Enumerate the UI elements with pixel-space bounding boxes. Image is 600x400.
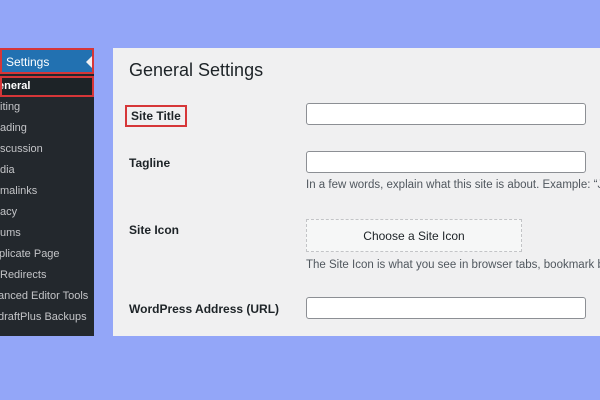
choose-site-icon-button[interactable]: Choose a Site Icon (306, 219, 522, 252)
submenu-item-label: acy (0, 206, 18, 218)
submenu-item-reading[interactable]: ading (0, 118, 94, 139)
admin-sidebar: Settings eneral iting ading scussion dia… (0, 48, 94, 336)
submenu-item-advanced-editor-tools[interactable]: anced Editor Tools (0, 286, 94, 307)
submenu-item-label: eneral (0, 80, 31, 92)
page-title: General Settings (129, 60, 264, 80)
tagline-label: Tagline (129, 156, 171, 170)
settings-panel: General Settings Site Title Tagline In a… (113, 48, 600, 336)
submenu-item-label: ading (0, 122, 27, 134)
submenu-item-label: iting (0, 101, 21, 113)
submenu-item-label: scussion (0, 143, 43, 155)
sidebar-item-settings-label: Settings (6, 55, 50, 69)
site-title-label: Site Title (125, 105, 187, 127)
current-menu-arrow-icon (86, 56, 92, 68)
submenu-item-label: ums (0, 227, 21, 239)
site-icon-label: Site Icon (129, 223, 180, 237)
site-icon-description: The Site Icon is what you see in browser… (306, 259, 600, 271)
submenu-item-duplicate-page[interactable]: plicate Page (0, 244, 94, 265)
submenu-item-media[interactable]: dia (0, 160, 94, 181)
submenu-item-label: dia (0, 164, 15, 176)
submenu-item-label: Redirects (0, 269, 47, 281)
submenu-item-label: draftPlus Backups (0, 311, 87, 323)
site-title-input[interactable] (306, 103, 586, 125)
submenu-item-permalinks[interactable]: malinks (0, 181, 94, 202)
submenu-item-updraftplus-backups[interactable]: draftPlus Backups (0, 307, 94, 328)
submenu-item-label: anced Editor Tools (0, 290, 89, 302)
submenu-item-redirects[interactable]: Redirects (0, 265, 94, 286)
submenu-item-writing[interactable]: iting (0, 97, 94, 118)
submenu-item-privacy[interactable]: acy (0, 202, 94, 223)
submenu-item-forums[interactable]: ums (0, 223, 94, 244)
tagline-input[interactable] (306, 151, 586, 173)
wordpress-address-label: WordPress Address (URL) (129, 302, 280, 316)
submenu-item-label: malinks (0, 185, 38, 197)
sidebar-item-settings[interactable]: Settings (0, 48, 94, 74)
tagline-description: In a few words, explain what this site i… (306, 179, 600, 191)
settings-submenu: eneral iting ading scussion dia malinks … (0, 76, 94, 328)
wordpress-address-input[interactable] (306, 297, 586, 319)
submenu-item-label: plicate Page (0, 248, 60, 260)
submenu-item-discussion[interactable]: scussion (0, 139, 94, 160)
submenu-item-general[interactable]: eneral (0, 76, 94, 97)
